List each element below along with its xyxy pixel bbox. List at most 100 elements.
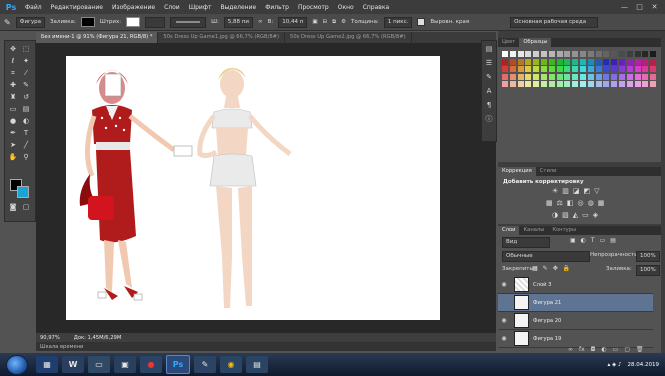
width-field[interactable]: 5,88 пи bbox=[223, 16, 253, 28]
gear-icon[interactable]: ⚙ bbox=[341, 19, 346, 25]
visibility-eye-icon[interactable]: ◉ bbox=[498, 281, 510, 288]
opacity-field[interactable]: 100% bbox=[636, 251, 660, 262]
color-swatch[interactable] bbox=[642, 73, 649, 80]
color-swatch[interactable] bbox=[634, 81, 641, 87]
color-swatch[interactable] bbox=[572, 81, 579, 87]
menu-edit[interactable]: Редактирование bbox=[51, 4, 103, 11]
color-swatch[interactable] bbox=[564, 66, 571, 72]
menu-type[interactable]: Шрифт bbox=[189, 4, 212, 11]
color-swatch[interactable] bbox=[580, 58, 586, 65]
layer-name[interactable]: Фигура 20 bbox=[533, 318, 561, 324]
menu-image[interactable]: Изображение bbox=[112, 4, 155, 11]
move-tool-icon[interactable]: ✥ bbox=[8, 45, 18, 54]
color-swatch[interactable] bbox=[548, 81, 555, 87]
color-swatch[interactable] bbox=[509, 58, 516, 65]
color-swatch[interactable] bbox=[650, 66, 657, 72]
new-layer-icon[interactable]: ▢ bbox=[624, 346, 630, 353]
color-swatch[interactable] bbox=[634, 66, 641, 72]
color-swatch[interactable] bbox=[603, 51, 610, 57]
lasso-tool-icon[interactable]: ℓ bbox=[8, 57, 18, 66]
color-swatch[interactable] bbox=[619, 66, 625, 72]
swatches-grid[interactable] bbox=[498, 47, 661, 162]
fill-field[interactable]: 100% bbox=[636, 265, 660, 276]
color-swatch[interactable] bbox=[626, 51, 633, 57]
close-button[interactable]: ✕ bbox=[650, 3, 659, 11]
color-swatch[interactable] bbox=[619, 81, 625, 87]
path-arrange-icon[interactable]: ⧉ bbox=[332, 19, 336, 26]
color-swatch[interactable] bbox=[517, 51, 524, 57]
tab-channels[interactable]: Каналы bbox=[519, 226, 548, 235]
tab-document-2[interactable]: 50s Dress Up Game1.jpg @ 66,7% (RGB/8#) bbox=[158, 32, 286, 43]
brightness-icon[interactable]: ☀ bbox=[552, 187, 558, 195]
photo-filter-icon[interactable]: ◎ bbox=[578, 199, 584, 207]
color-swatch[interactable] bbox=[603, 58, 610, 65]
menu-file[interactable]: Файл bbox=[25, 4, 42, 11]
threshold-icon[interactable]: ◭ bbox=[573, 211, 578, 219]
color-swatch[interactable] bbox=[556, 81, 563, 87]
color-swatch[interactable] bbox=[650, 81, 657, 87]
color-swatch[interactable] bbox=[517, 81, 524, 87]
delete-layer-icon[interactable]: 🗑 bbox=[636, 346, 644, 353]
gradient-tool-icon[interactable]: ▤ bbox=[21, 105, 31, 114]
selective-color-icon[interactable]: ◈ bbox=[593, 211, 598, 219]
color-swatch[interactable] bbox=[587, 73, 594, 80]
color-swatch[interactable] bbox=[533, 81, 540, 87]
color-swatch[interactable] bbox=[587, 81, 594, 87]
lock-position-icon[interactable]: ✥ bbox=[553, 265, 558, 272]
color-swatch[interactable] bbox=[572, 66, 579, 72]
color-swatch[interactable] bbox=[595, 81, 602, 87]
color-swatch[interactable] bbox=[619, 73, 625, 80]
invert-icon[interactable]: ◑ bbox=[552, 211, 558, 219]
color-swatch[interactable] bbox=[525, 58, 532, 65]
color-swatch[interactable] bbox=[603, 66, 610, 72]
visibility-eye-icon[interactable]: ◉ bbox=[498, 335, 510, 342]
color-swatch[interactable] bbox=[580, 66, 586, 72]
color-swatch[interactable] bbox=[533, 58, 540, 65]
color-swatch[interactable] bbox=[595, 51, 602, 57]
color-swatch[interactable] bbox=[541, 73, 547, 80]
filter-shape-icon[interactable]: ▭ bbox=[600, 237, 606, 244]
color-swatch[interactable] bbox=[556, 58, 563, 65]
eraser-tool-icon[interactable]: ▭ bbox=[8, 105, 18, 114]
fill-swatch[interactable] bbox=[80, 17, 95, 27]
app-icon[interactable]: ▤ bbox=[246, 356, 268, 373]
stroke-swatch[interactable] bbox=[126, 17, 141, 27]
color-swatch[interactable] bbox=[502, 51, 508, 57]
screen-tool-icon[interactable]: ▣ bbox=[114, 356, 136, 373]
color-swatch[interactable] bbox=[611, 81, 618, 87]
levels-icon[interactable]: ▥ bbox=[562, 187, 569, 195]
color-swatch[interactable] bbox=[509, 51, 516, 57]
tray-icons[interactable]: ▴ ◈ ♪ bbox=[608, 362, 622, 368]
tab-paths[interactable]: Контуры bbox=[548, 226, 580, 235]
color-swatch[interactable] bbox=[611, 66, 618, 72]
filter-adjust-icon[interactable]: ◐ bbox=[581, 237, 586, 244]
color-swatch[interactable] bbox=[572, 51, 579, 57]
menu-help[interactable]: Справка bbox=[363, 4, 389, 11]
color-swatch[interactable] bbox=[619, 58, 625, 65]
menu-select[interactable]: Выделение bbox=[220, 4, 256, 11]
brush-tool-icon[interactable]: ✎ bbox=[21, 81, 31, 90]
thickness-field[interactable]: 1 пикс. bbox=[383, 16, 413, 28]
color-swatch[interactable] bbox=[595, 58, 602, 65]
color-swatch[interactable] bbox=[587, 58, 594, 65]
color-swatch[interactable] bbox=[517, 58, 524, 65]
info-icon[interactable]: ⓘ bbox=[484, 115, 494, 124]
color-swatch[interactable] bbox=[548, 66, 555, 72]
link-layers-icon[interactable]: ∞ bbox=[568, 346, 573, 353]
tab-color[interactable]: Цвет bbox=[498, 38, 519, 47]
pen-tool-icon[interactable]: ✎ bbox=[4, 18, 11, 27]
tab-layers[interactable]: Слои bbox=[498, 226, 520, 235]
paint-icon[interactable]: ✎ bbox=[194, 356, 216, 373]
align-edges-checkbox[interactable] bbox=[417, 18, 426, 26]
marquee-tool-icon[interactable]: ⬚ bbox=[21, 45, 31, 54]
color-swatch[interactable] bbox=[556, 73, 563, 80]
color-swatch[interactable] bbox=[611, 51, 618, 57]
visibility-eye-icon[interactable]: ◉ bbox=[498, 317, 510, 324]
color-swatch[interactable] bbox=[564, 51, 571, 57]
color-swatch[interactable] bbox=[634, 73, 641, 80]
zoom-tool-icon[interactable]: ⚲ bbox=[21, 153, 31, 162]
canvas[interactable] bbox=[66, 56, 440, 320]
link-icon[interactable]: ∞ bbox=[258, 19, 263, 25]
media-player-icon[interactable]: ● bbox=[140, 356, 162, 373]
paragraph-icon[interactable]: ¶ bbox=[484, 101, 494, 110]
